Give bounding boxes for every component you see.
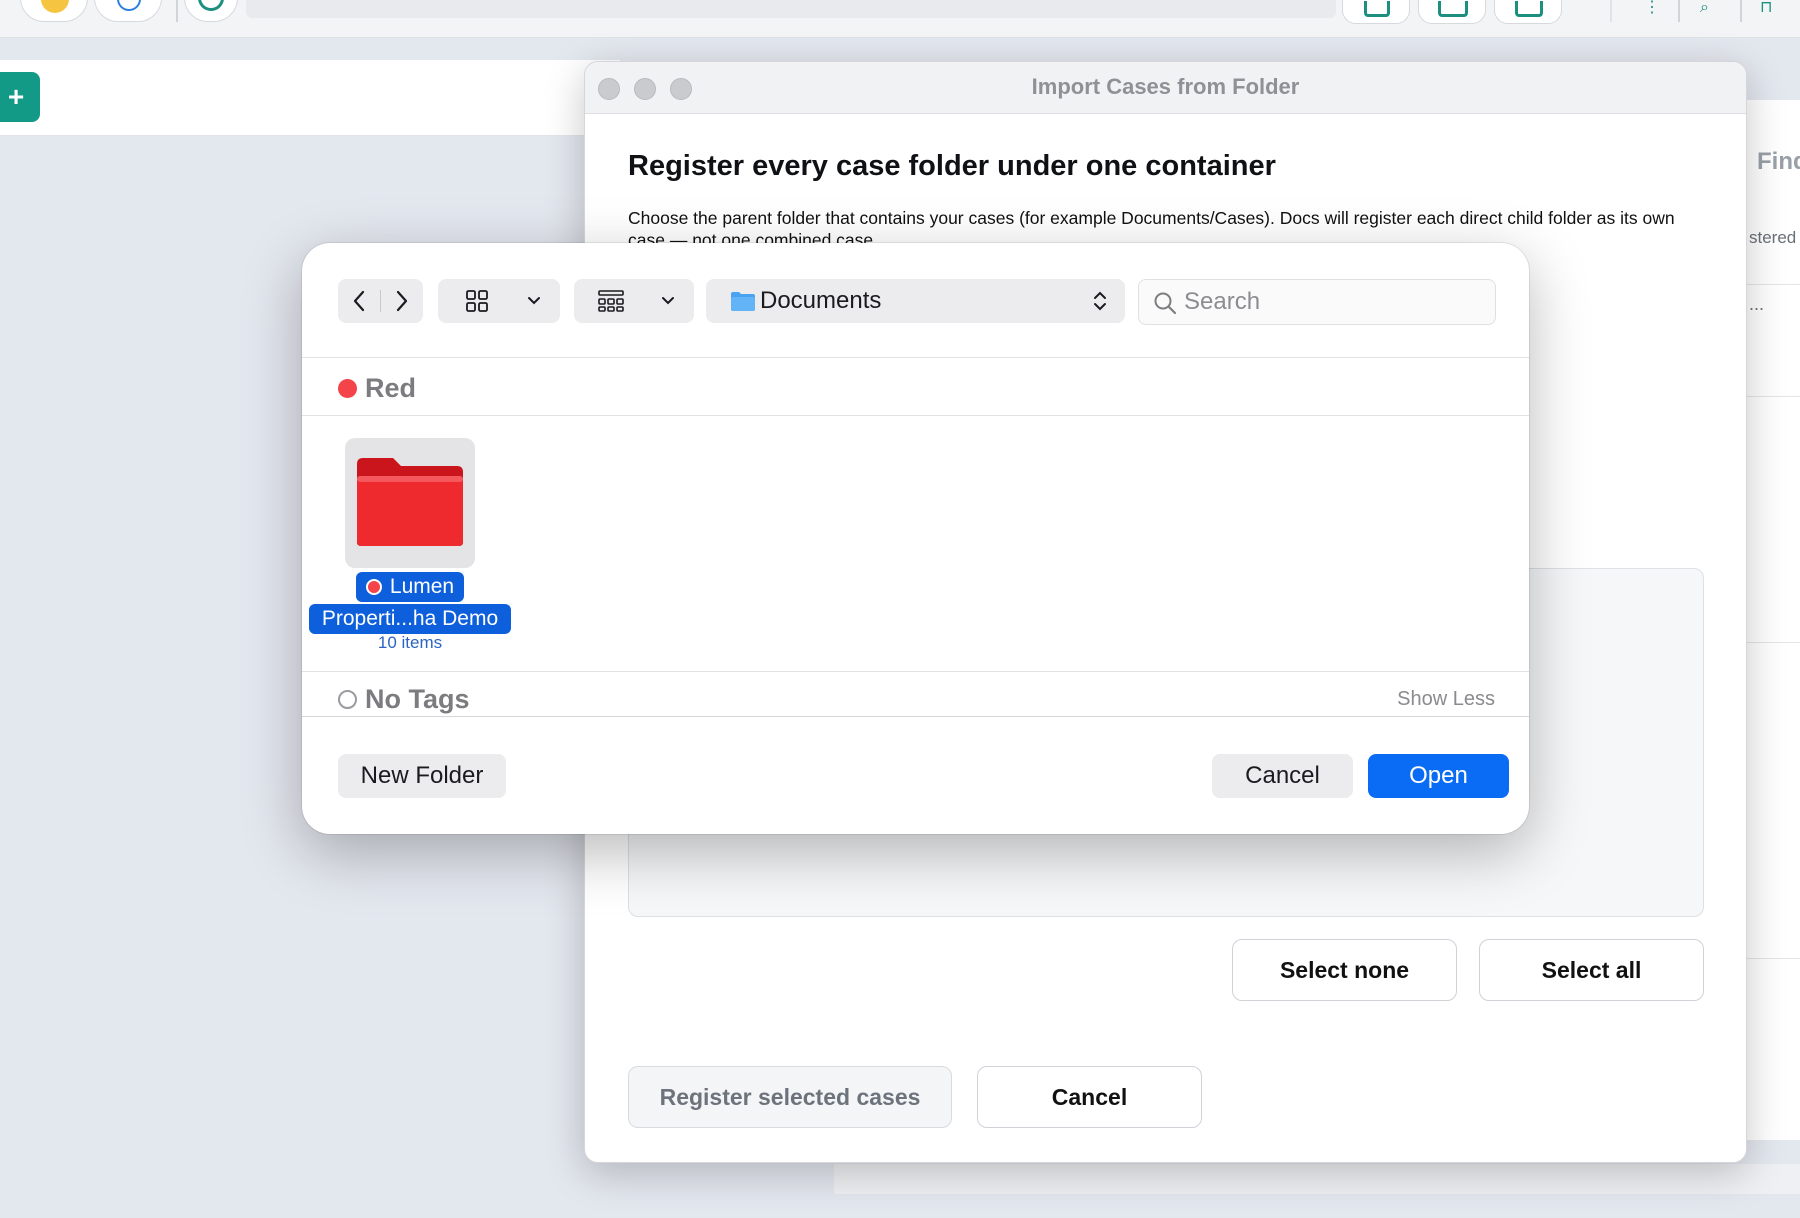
chevron-updown-icon xyxy=(1090,279,1110,323)
window-icon xyxy=(1515,1,1543,17)
search-placeholder: Search xyxy=(1184,288,1261,315)
folder-item-label[interactable]: Lumen Properti...ha Demo xyxy=(309,572,511,634)
chevron-down-icon xyxy=(658,279,678,323)
divider xyxy=(302,716,1529,717)
app-subbar xyxy=(0,60,620,136)
chevron-left-icon xyxy=(353,290,365,312)
divider xyxy=(302,357,1529,358)
right-panel-status: stered xyxy=(1749,228,1797,247)
dialog-title: Import Cases from Folder xyxy=(1031,74,1300,99)
nav-buttons xyxy=(338,279,423,323)
card-icon xyxy=(1438,1,1468,17)
red-folder-icon xyxy=(357,458,463,546)
divider xyxy=(1741,958,1800,959)
right-panel-heading: Find xyxy=(1757,148,1800,175)
emoji-icon xyxy=(41,0,69,13)
tag-group-header: Red xyxy=(338,371,416,405)
globe-icon xyxy=(117,0,141,11)
chevron-down-icon xyxy=(524,279,544,323)
picker-cancel-button[interactable]: Cancel xyxy=(1212,754,1353,798)
toolbar-divider xyxy=(176,0,178,22)
folder-icon xyxy=(730,279,756,323)
view-mode-button[interactable] xyxy=(438,279,560,323)
file-picker-sheet: Documents Search Red Lumen Properti...ha… xyxy=(302,243,1529,834)
open-button[interactable]: Open xyxy=(1368,754,1509,798)
add-button[interactable]: + xyxy=(0,72,40,122)
folder-item-count: 10 items xyxy=(377,633,443,652)
copy-icon xyxy=(1364,1,1390,17)
divider xyxy=(302,671,1529,672)
refresh-icon xyxy=(198,0,224,11)
dialog-description: Choose the parent folder that contains y… xyxy=(628,208,1675,243)
location-label: Documents xyxy=(760,287,882,314)
divider xyxy=(1741,396,1800,397)
bottom-strip xyxy=(834,1164,1800,1194)
folder-name-line1: Lumen xyxy=(355,572,465,602)
right-panel-field[interactable]: ... xyxy=(1749,294,1764,315)
chevron-right-icon xyxy=(396,290,408,312)
red-tag-icon xyxy=(365,579,382,595)
back-button[interactable] xyxy=(338,279,380,323)
panel-icon[interactable]: ⊓ xyxy=(1760,0,1772,16)
address-field[interactable] xyxy=(246,0,1336,18)
show-less-link[interactable]: Show Less xyxy=(1397,688,1495,711)
folder-item[interactable] xyxy=(345,438,475,568)
icon-view-icon xyxy=(464,279,490,323)
right-panel: Find stered ... xyxy=(1740,100,1800,1140)
app-toolbar: ⋮ ⌕ ⊓ xyxy=(0,0,1800,38)
refresh-button[interactable] xyxy=(184,0,238,22)
select-none-button[interactable]: Select none xyxy=(1232,939,1457,1001)
tag-group-header: No Tags xyxy=(338,682,470,716)
emoji-button[interactable] xyxy=(20,0,88,22)
tag-group-label: No Tags xyxy=(365,683,470,714)
zoom-in-icon[interactable]: ⌕ xyxy=(1700,0,1709,16)
group-mode-button[interactable] xyxy=(574,279,694,323)
toolbar-divider xyxy=(1610,0,1612,22)
toolbar-button-3[interactable] xyxy=(1494,0,1562,24)
location-popup[interactable]: Documents xyxy=(706,279,1125,323)
import-titlebar: Import Cases from Folder xyxy=(585,62,1746,114)
more-icon[interactable]: ⋮ xyxy=(1644,0,1660,16)
toolbar-divider xyxy=(1678,0,1680,22)
register-selected-button[interactable]: Register selected cases xyxy=(628,1066,952,1128)
group-view-icon xyxy=(596,279,626,323)
toolbar-divider xyxy=(1740,0,1742,22)
cancel-button[interactable]: Cancel xyxy=(977,1066,1202,1128)
search-icon xyxy=(1154,292,1177,315)
folder-name-line2: Properti...ha Demo xyxy=(309,604,511,634)
toolbar-button-2[interactable] xyxy=(1418,0,1486,24)
toolbar-button-1[interactable] xyxy=(1342,0,1410,24)
forward-button[interactable] xyxy=(381,279,423,323)
tag-group-label: Red xyxy=(365,372,417,403)
new-folder-button[interactable]: New Folder xyxy=(338,754,506,798)
no-tag-icon xyxy=(338,689,357,709)
divider xyxy=(302,415,1529,416)
search-field[interactable]: Search xyxy=(1138,279,1496,325)
globe-button[interactable] xyxy=(94,0,162,22)
folder-name-text: Lumen xyxy=(389,575,455,598)
dialog-heading: Register every case folder under one con… xyxy=(628,150,1276,182)
select-all-button[interactable]: Select all xyxy=(1479,939,1704,1001)
divider xyxy=(1741,284,1800,285)
divider xyxy=(1741,642,1800,643)
red-tag-icon xyxy=(338,378,357,398)
